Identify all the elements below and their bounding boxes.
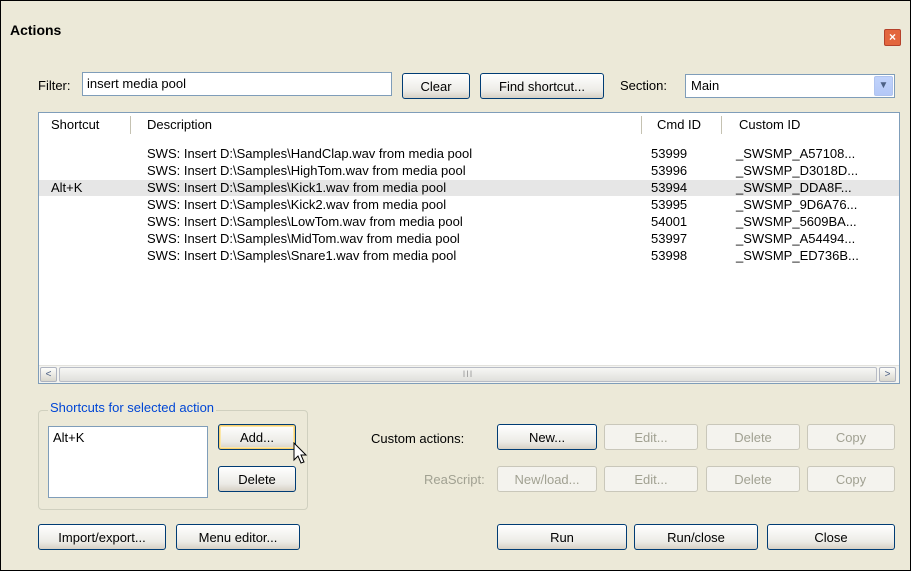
import-export-button[interactable]: Import/export... <box>38 524 166 550</box>
cell-shortcut: Alt+K <box>51 180 83 195</box>
window-title: Actions <box>10 22 62 38</box>
shortcuts-list[interactable]: Alt+K <box>48 426 208 498</box>
cell-description: SWS: Insert D:\Samples\Snare1.wav from m… <box>147 248 457 263</box>
scroll-left-icon[interactable]: < <box>40 367 57 382</box>
mouse-cursor-icon <box>293 442 308 464</box>
cell-custom-id: _SWSMP_A57108... <box>736 146 856 161</box>
cell-description: SWS: Insert D:\Samples\MidTom.wav from m… <box>147 231 460 246</box>
run-button[interactable]: Run <box>497 524 627 550</box>
custom-action-copy-button[interactable]: Copy <box>807 424 895 450</box>
column-header-custom-id[interactable]: Custom ID <box>739 113 800 137</box>
clear-button[interactable]: Clear <box>402 73 470 99</box>
cell-custom-id: _SWSMP_9D6A76... <box>736 197 858 212</box>
table-row[interactable]: SWS: Insert D:\Samples\LowTom.wav from m… <box>39 214 899 230</box>
reascript-delete-button[interactable]: Delete <box>706 466 800 492</box>
column-divider[interactable] <box>130 116 131 134</box>
table-row[interactable]: SWS: Insert D:\Samples\MidTom.wav from m… <box>39 231 899 247</box>
cell-description: SWS: Insert D:\Samples\HighTom.wav from … <box>147 163 466 178</box>
filter-input[interactable]: insert media pool <box>82 72 392 96</box>
horizontal-scrollbar[interactable]: < III > <box>39 365 899 383</box>
cell-custom-id: _SWSMP_ED736B... <box>736 248 859 263</box>
column-divider[interactable] <box>641 116 642 134</box>
cell-cmd-id: 53995 <box>651 197 688 212</box>
section-label: Section: <box>620 78 667 93</box>
custom-action-new-button[interactable]: New... <box>497 424 597 450</box>
custom-action-delete-button[interactable]: Delete <box>706 424 800 450</box>
cell-custom-id: _SWSMP_A54494... <box>736 231 856 246</box>
close-icon[interactable]: × <box>884 29 901 46</box>
cell-cmd-id: 53998 <box>651 248 688 263</box>
table-row[interactable]: SWS: Insert D:\Samples\HighTom.wav from … <box>39 163 899 179</box>
reascript-label: ReaScript: <box>424 472 485 487</box>
cell-custom-id: _SWSMP_D3018D... <box>736 163 859 178</box>
chevron-down-icon[interactable]: ▼ <box>874 76 893 96</box>
find-shortcut-button[interactable]: Find shortcut... <box>480 73 604 99</box>
table-row[interactable]: SWS: Insert D:\Samples\Kick2.wav from me… <box>39 197 899 213</box>
cell-description: SWS: Insert D:\Samples\HandClap.wav from… <box>147 146 473 161</box>
add-shortcut-button[interactable]: Add... <box>218 424 296 450</box>
table-row[interactable]: SWS: Insert D:\Samples\Snare1.wav from m… <box>39 248 899 264</box>
reascript-copy-button[interactable]: Copy <box>807 466 895 492</box>
close-button[interactable]: Close <box>767 524 895 550</box>
cell-cmd-id: 53994 <box>651 180 688 195</box>
delete-shortcut-button[interactable]: Delete <box>218 466 296 492</box>
cell-cmd-id: 53996 <box>651 163 688 178</box>
menu-editor-button[interactable]: Menu editor... <box>176 524 300 550</box>
cell-custom-id: _SWSMP_5609BA... <box>736 214 857 229</box>
actions-list[interactable]: Shortcut Description Cmd ID Custom ID SW… <box>38 112 900 384</box>
column-divider[interactable] <box>721 116 722 134</box>
column-header-shortcut[interactable]: Shortcut <box>51 113 99 137</box>
cell-description: SWS: Insert D:\Samples\Kick2.wav from me… <box>147 197 447 212</box>
table-row[interactable]: SWS: Insert D:\Samples\HandClap.wav from… <box>39 146 899 162</box>
column-header-description[interactable]: Description <box>147 113 212 137</box>
cell-custom-id: _SWSMP_DDA8F... <box>736 180 852 195</box>
cell-description: SWS: Insert D:\Samples\Kick1.wav from me… <box>147 180 447 195</box>
cell-cmd-id: 53997 <box>651 231 688 246</box>
scroll-right-icon[interactable]: > <box>879 367 896 382</box>
filter-label: Filter: <box>38 78 71 93</box>
section-select[interactable]: Main ▼ <box>685 74 895 98</box>
cell-cmd-id: 54001 <box>651 214 688 229</box>
cell-description: SWS: Insert D:\Samples\LowTom.wav from m… <box>147 214 463 229</box>
cell-cmd-id: 53999 <box>651 146 688 161</box>
column-header-cmd-id[interactable]: Cmd ID <box>657 113 701 137</box>
reascript-new-load-button[interactable]: New/load... <box>497 466 597 492</box>
shortcuts-group-legend: Shortcuts for selected action <box>48 400 217 415</box>
custom-action-edit-button[interactable]: Edit... <box>604 424 698 450</box>
reascript-edit-button[interactable]: Edit... <box>604 466 698 492</box>
scroll-thumb[interactable]: III <box>59 367 877 382</box>
section-select-value: Main <box>691 78 720 93</box>
table-row-selected[interactable]: Alt+K SWS: Insert D:\Samples\Kick1.wav f… <box>39 180 899 196</box>
run-close-button[interactable]: Run/close <box>634 524 758 550</box>
custom-actions-label: Custom actions: <box>371 431 465 446</box>
